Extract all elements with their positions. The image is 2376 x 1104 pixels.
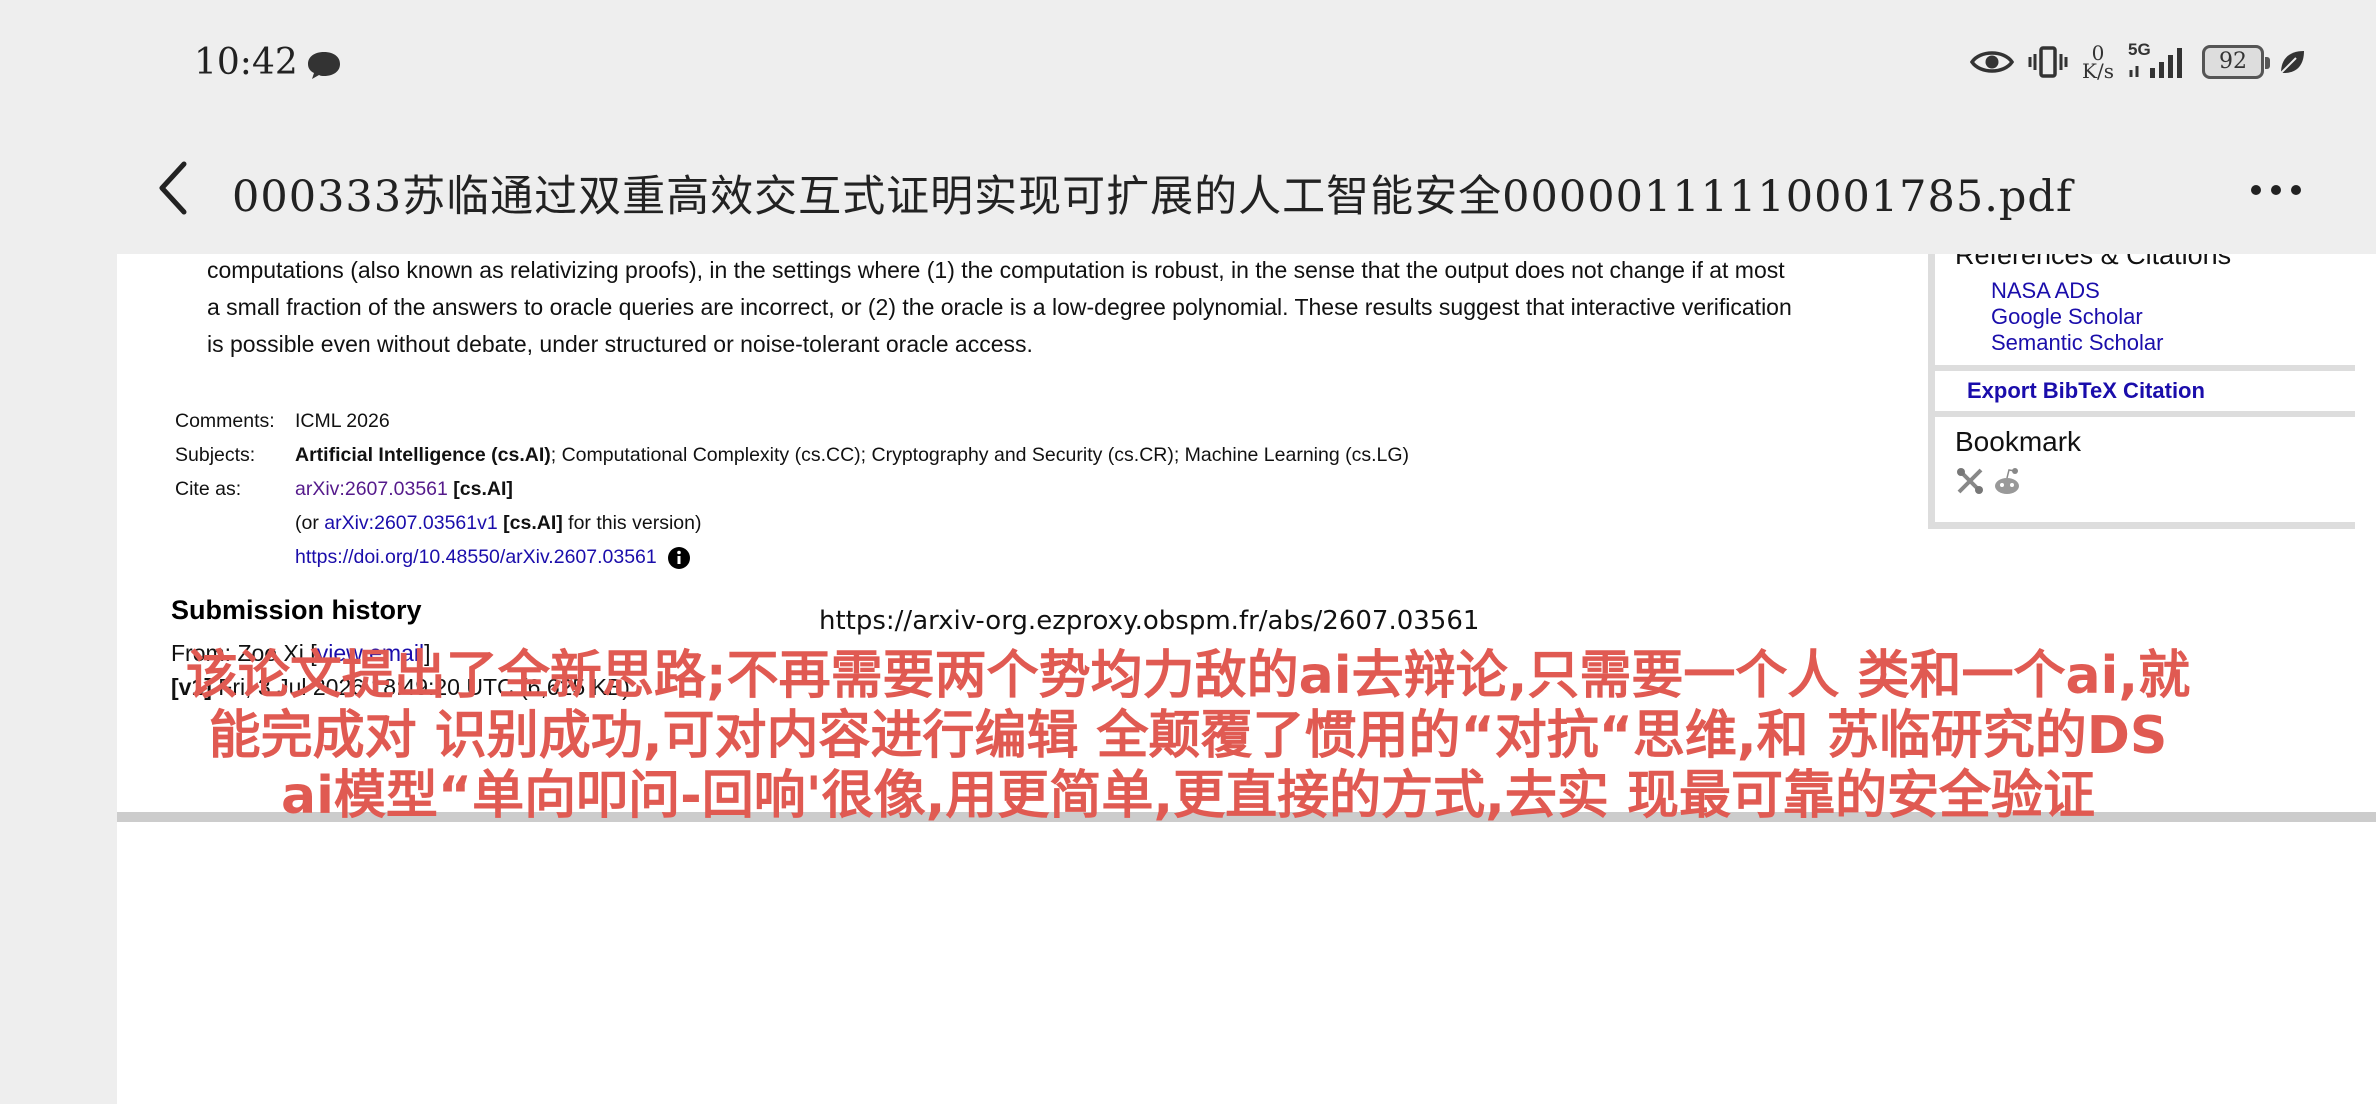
bibsonomy-icon[interactable] — [1955, 466, 1985, 496]
abstract-line: computations (also known as relativizing… — [207, 257, 1785, 283]
abstract-line: is possible even without debate, under s… — [207, 331, 1033, 357]
eye-icon — [1970, 51, 2015, 73]
url-text: https://arxiv-org.ezproxy.obspm.fr/abs/2… — [819, 606, 1480, 636]
cite-row: Cite as: arXiv:2607.03561 [cs.AI] — [175, 472, 1409, 506]
reddit-icon[interactable] — [1991, 466, 2023, 498]
semantic-scholar-link[interactable]: Semantic Scholar — [1991, 330, 2163, 356]
clock: 10:42 — [194, 42, 298, 83]
signal-5g: 5G — [2128, 40, 2188, 80]
sidebar-divider — [1935, 365, 2355, 371]
cite-version-value: (or arXiv:2607.03561v1 [cs.AI] for this … — [295, 506, 1409, 540]
caption-overlay: 该论文提出了全新思路;不再需要两个势均力敌的ai去辩论,只需要一个人 类和一个a… — [0, 646, 2376, 826]
status-bar: 10:42 0 K/s 5G 92 — [0, 0, 2376, 128]
title-bar: 000333苏临通过双重高效交互式证明实现可扩展的人工智能安全000001111… — [0, 128, 2376, 254]
google-scholar-link[interactable]: Google Scholar — [1991, 304, 2163, 330]
cite-version-row: (or arXiv:2607.03561v1 [cs.AI] for this … — [175, 506, 1409, 540]
cite-label: Cite as: — [175, 478, 242, 500]
signal-icon — [2129, 48, 2182, 78]
doi-row: https://doi.org/10.48550/arXiv.2607.0356… — [175, 540, 1409, 574]
subjects-row: Subjects: Artificial Intelligence (cs.AI… — [175, 438, 1409, 472]
vibrate-icon — [2028, 46, 2068, 78]
caption-line: 该论文提出了全新思路;不再需要两个势均力敌的ai去辩论,只需要一个人 类和一个a… — [185, 646, 2191, 706]
document-title: 000333苏临通过双重高效交互式证明实现可扩展的人工智能安全000001111… — [232, 172, 2073, 222]
cite-value: arXiv:2607.03561 [cs.AI] — [295, 472, 1409, 506]
subjects-value: Artificial Intelligence (cs.AI); Computa… — [295, 438, 1409, 472]
primary-subject: Artificial Intelligence (cs.AI) — [295, 444, 551, 466]
doi-link[interactable]: https://doi.org/10.48550/arXiv.2607.0356… — [295, 546, 657, 568]
cite-tag: [cs.AI] — [453, 478, 513, 500]
arxiv-id-link[interactable]: arXiv:2607.03561 — [295, 478, 448, 500]
doi-value: https://doi.org/10.48550/arXiv.2607.0356… — [295, 540, 1409, 574]
battery-tip — [2265, 57, 2270, 69]
comments-row: Comments: ICML 2026 — [175, 404, 1409, 438]
cite-alt-tag: [cs.AI] — [503, 512, 563, 534]
leaf-icon — [2280, 51, 2304, 74]
battery-level: 92 — [2219, 49, 2247, 74]
nasa-ads-link[interactable]: NASA ADS — [1991, 278, 2163, 304]
net-speed-unit: K/s — [2082, 59, 2114, 83]
citation-links: NASA ADS Google Scholar Semantic Scholar — [1991, 278, 2163, 356]
arxiv-version-link[interactable]: arXiv:2607.03561v1 — [324, 512, 497, 534]
sidebar-panel: References & Citations NASA ADS Google S… — [1928, 254, 2355, 529]
abstract-line: a small fraction of the answers to oracl… — [207, 294, 1792, 320]
net-speed: 0 K/s — [2082, 43, 2114, 83]
metadata-table: Comments: ICML 2026 Subjects: Artificial… — [175, 404, 1409, 574]
caption-line: ai模型“单向叩问-回响'很像,用更简单,更直接的方式,去实 现最可靠的安全验证 — [281, 766, 2095, 826]
submission-history-heading: Submission history — [171, 595, 422, 625]
references-heading: References & Citations — [1955, 254, 2232, 270]
comments-label: Comments: — [175, 410, 275, 432]
cite-alt-prefix: (or — [295, 512, 325, 534]
more-options-icon[interactable] — [2246, 178, 2306, 202]
sidebar-divider — [1935, 411, 2355, 417]
status-icons: 0 K/s 5G 92 — [1970, 40, 2306, 83]
caption-line: 能完成对 识别成功,可对内容进行编辑 全颠覆了惯用的“对抗“思维,和 苏临研究的… — [208, 706, 2168, 766]
back-arrow-icon[interactable] — [150, 158, 200, 218]
other-subjects: ; Computational Complexity (cs.CC); Cryp… — [550, 444, 1410, 466]
export-bibtex-link[interactable]: Export BibTeX Citation — [1967, 378, 2205, 404]
bookmark-heading: Bookmark — [1955, 426, 2082, 457]
comments-value: ICML 2026 — [295, 410, 390, 432]
subjects-label: Subjects: — [175, 444, 256, 466]
bookmark-icons — [1955, 466, 2023, 498]
cite-alt-suffix: for this version) — [562, 512, 702, 534]
battery-indicator: 92 — [2202, 45, 2270, 79]
info-icon[interactable] — [667, 546, 691, 570]
message-icon — [308, 52, 340, 79]
abstract-text: computations (also known as relativizing… — [207, 254, 1987, 363]
